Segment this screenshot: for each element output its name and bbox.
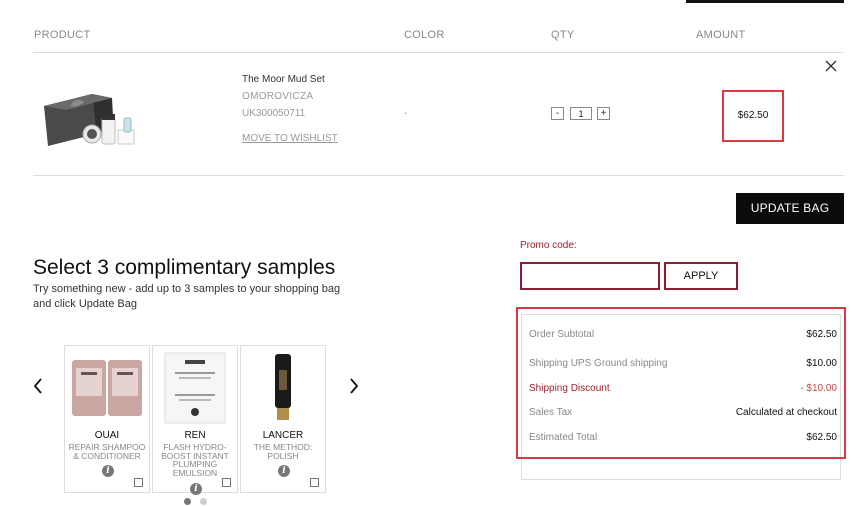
sample-brand: LANCER (262, 430, 304, 441)
summary-row-tax: Sales Tax Calculated at checkout (529, 407, 837, 421)
sample-checkbox[interactable] (310, 478, 319, 487)
header-product: PRODUCT (34, 29, 91, 41)
shipping-label: Shipping UPS Ground shipping (529, 358, 668, 369)
sample-brand: OUAI (94, 430, 120, 441)
summary-row-discount: Shipping Discount - $10.00 (529, 383, 837, 397)
header-qty: QTY (551, 29, 575, 41)
item-divider (33, 175, 844, 176)
qty-decrease-button[interactable]: - (551, 107, 564, 120)
header-divider (33, 52, 844, 53)
samples-subtitle: Try something new - add up to 3 samples … (33, 283, 341, 310)
info-icon[interactable]: i (102, 465, 114, 477)
chevron-left-icon[interactable] (33, 377, 43, 395)
sample-card-ren[interactable]: REN FLASH HYDRO-BOOST INSTANT PLUMPING E… (152, 345, 238, 495)
total-value: $62.50 (806, 432, 837, 443)
sample-image-ouai (72, 360, 142, 416)
subtotal-label: Order Subtotal (529, 329, 595, 340)
move-to-wishlist-link[interactable]: MOVE TO WISHLIST (242, 133, 338, 144)
info-icon[interactable]: i (278, 465, 290, 477)
qty-input[interactable]: 1 (570, 107, 592, 120)
discount-value: - $10.00 (800, 383, 837, 394)
shipping-value: $10.00 (806, 358, 837, 369)
promo-code-input[interactable] (520, 262, 660, 290)
tax-value: Calculated at checkout (735, 407, 837, 418)
sample-card-ouai[interactable]: OUAI REPAIR SHAMPOO & CONDITIONER i (64, 345, 150, 493)
sample-description: THE METHOD: POLISH (253, 442, 313, 461)
sample-description: FLASH HYDRO-BOOST INSTANT PLUMPING EMULS… (161, 442, 229, 478)
product-color: - (404, 108, 408, 119)
header-amount: AMOUNT (696, 29, 746, 41)
sample-image-ren (164, 352, 226, 424)
promo-code-label: Promo code: (520, 240, 577, 251)
product-name[interactable]: The Moor Mud Set (242, 74, 325, 85)
update-bag-button[interactable]: UPDATE BAG (736, 193, 844, 224)
product-brand: OMOROVICZA (242, 91, 314, 102)
carousel-dot[interactable] (200, 498, 207, 505)
sample-brand: REN (184, 430, 206, 441)
product-sku: UK300050711 (242, 108, 306, 119)
info-icon[interactable]: i (190, 483, 202, 495)
total-label: Estimated Total (529, 432, 598, 443)
sample-description: REPAIR SHAMPOO & CONDITIONER (68, 442, 146, 461)
apply-button[interactable]: APPLY (664, 262, 738, 290)
summary-row-shipping: Shipping UPS Ground shipping $10.00 (529, 358, 837, 372)
subtotal-value: $62.50 (806, 329, 837, 340)
summary-row-total: Estimated Total $62.50 (529, 432, 837, 446)
sample-checkbox[interactable] (222, 478, 231, 487)
sample-checkbox[interactable] (134, 478, 143, 487)
tax-label: Sales Tax (529, 407, 573, 418)
item-amount: $62.50 (722, 90, 784, 142)
qty-increase-button[interactable]: + (597, 107, 610, 120)
summary-row-subtotal: Order Subtotal $62.50 (529, 329, 837, 343)
product-image[interactable] (40, 84, 150, 150)
sample-card-lancer[interactable]: LANCER THE METHOD: POLISH i (240, 345, 326, 493)
carousel-dot-active[interactable] (184, 498, 191, 505)
close-icon[interactable] (824, 59, 838, 73)
top-strip (686, 0, 844, 3)
sample-image-lancer (275, 354, 291, 420)
chevron-right-icon[interactable] (349, 377, 359, 395)
discount-label: Shipping Discount (529, 383, 610, 394)
samples-title: Select 3 complimentary samples (33, 256, 336, 279)
header-color: COLOR (404, 29, 445, 41)
